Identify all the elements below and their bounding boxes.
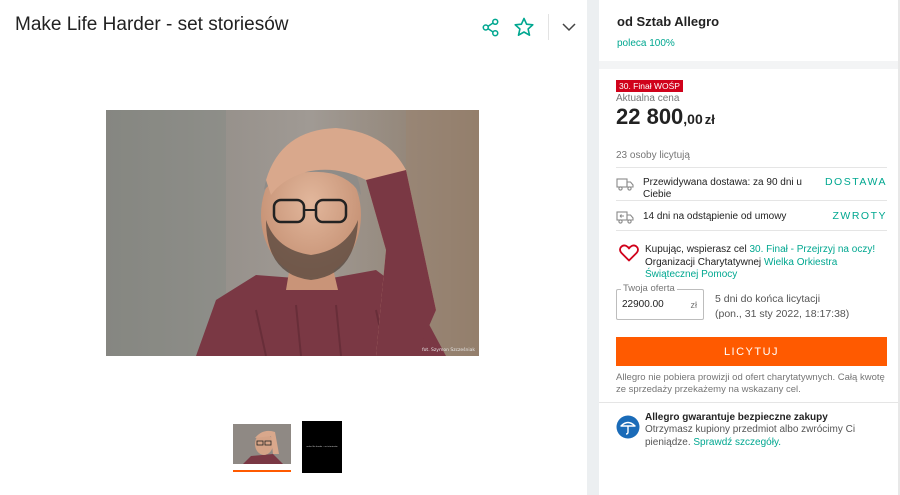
wosp-badge: 30. Finał WOŚP	[616, 80, 683, 92]
purchase-panel: od Sztab Allegro poleca 100% 30. Finał W…	[599, 0, 900, 495]
thumbnail-photo-1[interactable]	[233, 424, 291, 464]
divider	[599, 402, 900, 403]
current-price: 22 800,00 zł	[616, 104, 715, 130]
guarantee-title: Allegro gwarantuje bezpieczne zakupy	[645, 412, 828, 423]
column-gutter	[587, 0, 599, 495]
auction-end-date: (pon., 31 sty 2022, 18:17:38)	[715, 308, 850, 320]
divider	[616, 167, 887, 168]
seller-name[interactable]: od Sztab Allegro	[617, 14, 719, 29]
chevron-down-icon[interactable]	[559, 16, 579, 38]
returns-info: 14 dni na odstąpienie od umowy	[643, 211, 787, 222]
listing-actions	[480, 14, 579, 40]
thumbnail-2-caption: make life harder - set storiesów	[306, 446, 338, 448]
auction-ends-in: 5 dni do końca licytacji	[715, 293, 821, 305]
truck-icon	[616, 177, 634, 191]
offer-field-label: Twoja oferta	[621, 283, 677, 294]
charity-goal-link[interactable]: 30. Finał - Przejrzyj na oczy!	[750, 244, 876, 255]
photo-credit: fot. Szymon Szcześniak	[422, 348, 475, 353]
delivery-link[interactable]: DOSTAWA	[825, 176, 887, 188]
star-icon[interactable]	[514, 16, 534, 38]
offer-currency: zł	[690, 300, 698, 310]
offer-input[interactable]	[622, 299, 682, 310]
offer-field[interactable]: Twoja oferta zł	[616, 283, 704, 320]
price-main: 22 800	[616, 104, 684, 129]
heart-icon	[619, 244, 639, 262]
auction-end-info: 5 dni do końca licytacji (pon., 31 sty 2…	[715, 292, 849, 322]
share-icon[interactable]	[480, 16, 500, 38]
active-thumbnail-indicator	[233, 470, 291, 472]
main-product-photo[interactable]: fot. Szymon Szcześniak	[106, 110, 479, 356]
thumbnail-photo-2[interactable]: make life harder - set storiesów	[302, 421, 342, 473]
guarantee-details-link[interactable]: Sprawdź szczegóły.	[693, 437, 781, 448]
bidders-count: 23 osoby licytują	[616, 150, 690, 161]
product-gallery: Make Life Harder - set storiesów fot. Sz…	[0, 0, 587, 495]
guarantee-text: Otrzymasz kupiony przedmiot albo zwrócim…	[645, 424, 883, 449]
no-fee-note: Allegro nie pobiera prowizji od ofert ch…	[616, 372, 885, 395]
seller-rating[interactable]: poleca 100%	[617, 38, 675, 49]
shield-icon	[616, 415, 640, 439]
price-decimals: ,00	[683, 111, 703, 127]
divider	[616, 200, 887, 201]
charity-text-before: Kupując, wspierasz cel	[645, 244, 750, 255]
returns-link[interactable]: ZWROTY	[833, 210, 888, 222]
actions-divider	[548, 14, 549, 40]
charity-text-middle: Organizacji Charytatywnej	[645, 256, 764, 268]
price-currency: zł	[704, 112, 715, 127]
bid-button[interactable]: LICYTUJ	[616, 337, 887, 366]
listing-title: Make Life Harder - set storiesów	[15, 14, 289, 35]
delivery-estimate: Przewidywana dostawa: za 90 dni u Ciebie	[643, 177, 802, 200]
return-truck-icon	[616, 210, 634, 224]
section-separator	[599, 61, 900, 69]
divider	[616, 230, 887, 231]
price-label: Aktualna cena	[616, 93, 680, 104]
charity-info: Kupując, wspierasz cel 30. Finał - Przej…	[645, 244, 877, 282]
